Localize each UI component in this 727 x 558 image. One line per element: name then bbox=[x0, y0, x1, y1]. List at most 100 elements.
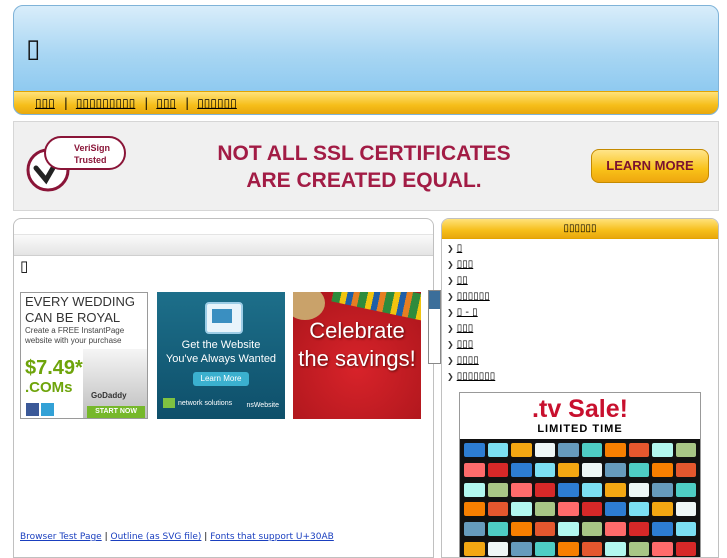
sidebar-item[interactable]: ❯ ▯▯ bbox=[447, 273, 495, 289]
tv-screen-tile bbox=[487, 482, 508, 497]
tv-screen-tile bbox=[581, 542, 602, 557]
tv-screen-tile bbox=[652, 443, 673, 457]
sidebar-item[interactable]: ❯ ▯ bbox=[447, 241, 495, 257]
banner-headline-line2: ARE CREATED EQUAL. bbox=[246, 169, 482, 192]
tv-screen-tile bbox=[581, 502, 602, 517]
sidebar-item[interactable]: ❯ ▯ - ▯ bbox=[447, 305, 495, 321]
tv-screen-tile bbox=[558, 542, 579, 557]
tv-screen-tile bbox=[511, 482, 532, 497]
tv-screen-tile bbox=[581, 462, 602, 477]
sidebar-item-label[interactable]: ▯▯▯ bbox=[457, 259, 474, 270]
tv-screen-tile bbox=[511, 443, 532, 457]
tv-screen-tile bbox=[652, 522, 673, 537]
footer-links: Browser Test Page | Outline (as SVG file… bbox=[20, 532, 334, 542]
godaddy-ad-line1: EVERY WEDDING bbox=[25, 294, 136, 309]
ns-sub-brand: nsWebsite bbox=[246, 402, 279, 409]
tv-screen-tile bbox=[605, 482, 626, 497]
sidebar-item[interactable]: ❯ ▯▯▯ bbox=[447, 321, 495, 337]
sidebar-item[interactable]: ❯ ▯▯▯▯▯▯▯ bbox=[447, 369, 495, 385]
tv-screen-tile bbox=[464, 542, 485, 557]
tv-screen-tile bbox=[675, 542, 696, 557]
tv-screen-tile bbox=[464, 522, 485, 537]
sidebar-item[interactable]: ❯ ▯▯▯ bbox=[447, 337, 495, 353]
tv-domain-text: .tv bbox=[532, 395, 562, 423]
tv-screen-tile bbox=[487, 542, 508, 557]
ad-scrollbar[interactable] bbox=[428, 290, 441, 364]
chevron-right-icon: ❯ bbox=[447, 244, 454, 253]
tv-screen-tile bbox=[652, 462, 673, 477]
scrollbar-thumb[interactable] bbox=[429, 291, 440, 309]
tv-screen-tile bbox=[628, 443, 649, 457]
celebrate-savings-ad[interactable]: Celebrate the savings! bbox=[293, 292, 421, 419]
tv-screen-tile bbox=[487, 502, 508, 517]
chevron-right-icon: ❯ bbox=[447, 324, 454, 333]
tv-screen-tile bbox=[652, 482, 673, 497]
banner-headline-line1: NOT ALL SSL CERTIFICATES bbox=[217, 142, 511, 165]
sidebar-item[interactable]: ❯ ▯▯▯ bbox=[447, 257, 495, 273]
banner-headline: NOT ALL SSL CERTIFICATES ARE CREATED EQU… bbox=[164, 140, 564, 194]
sidebar-item-label[interactable]: ▯▯▯ bbox=[457, 323, 474, 334]
nav-item-2[interactable]: ▯▯▯▯▯▯▯▯▯ bbox=[76, 96, 135, 110]
tv-screen-tile bbox=[511, 462, 532, 477]
tv-sale-ad[interactable]: .tv Sale! LIMITED TIME bbox=[459, 392, 701, 557]
sidebar-item[interactable]: ❯ ▯▯▯▯▯▯ bbox=[447, 289, 495, 305]
site-logo[interactable]: ▯ bbox=[26, 34, 40, 64]
sidebar-item-label[interactable]: ▯ bbox=[457, 243, 463, 254]
sidebar-list: ❯ ▯ ❯ ▯▯▯ ❯ ▯▯ ❯ ▯▯▯▯▯▯ ❯ ▯ - ▯ ❯ ▯▯▯ ❯ ▯▯▯ ❯ ▯▯… bbox=[447, 241, 495, 385]
tv-screen-tile bbox=[628, 462, 649, 477]
chevron-right-icon: ❯ bbox=[447, 340, 454, 349]
chevron-right-icon: ❯ bbox=[447, 292, 454, 301]
main-content-panel: ▯ EVERY WEDDING CAN BE ROYAL Create a FR… bbox=[13, 218, 434, 558]
main-nav: ▯▯▯ | ▯▯▯▯▯▯▯▯▯ | ▯▯▯ | ▯▯▯▯▯▯ bbox=[14, 91, 718, 114]
browser-test-page-link[interactable]: Browser Test Page bbox=[20, 532, 102, 542]
facebook-icon bbox=[26, 403, 39, 416]
tv-screen-tile bbox=[464, 502, 485, 517]
godaddy-logo: GoDaddy bbox=[91, 391, 127, 400]
learn-more-button[interactable]: LEARN MORE bbox=[591, 149, 709, 183]
content-glyph: ▯ bbox=[20, 257, 29, 275]
network-solutions-ad[interactable]: Get the Website You've Always Wanted Lea… bbox=[157, 292, 285, 419]
ns-logo: network solutions bbox=[163, 398, 232, 408]
tv-screen-tile bbox=[511, 522, 532, 537]
sidebar-item-label[interactable]: ▯ - ▯ bbox=[457, 307, 478, 318]
outline-svg-link[interactable]: Outline (as SVG file) bbox=[111, 532, 202, 542]
nav-separator: | bbox=[185, 96, 190, 110]
sidebar-item-label[interactable]: ▯▯▯▯▯▯ bbox=[457, 291, 490, 302]
tv-screen-tile bbox=[628, 542, 649, 557]
nav-item-1[interactable]: ▯▯▯ bbox=[35, 96, 55, 110]
nav-item-4[interactable]: ▯▯▯▯▯▯ bbox=[197, 96, 237, 110]
godaddy-ad[interactable]: EVERY WEDDING CAN BE ROYAL Create a FREE… bbox=[20, 292, 148, 419]
sidebar-title: ▯▯▯▯▯▯ bbox=[442, 219, 718, 239]
tv-screen-tile bbox=[605, 502, 626, 517]
chevron-right-icon: ❯ bbox=[447, 372, 454, 381]
tv-screen-tile bbox=[511, 502, 532, 517]
sidebar-item[interactable]: ❯ ▯▯▯▯ bbox=[447, 353, 495, 369]
tv-screen-tile bbox=[581, 443, 602, 457]
ssl-banner-ad[interactable]: VeriSign Trusted NOT ALL SSL CERTIFICATE… bbox=[13, 121, 719, 211]
sidebar-item-label[interactable]: ▯▯▯▯ bbox=[457, 355, 479, 366]
sidebar-item-label[interactable]: ▯▯ bbox=[457, 275, 468, 286]
nav-separator: | bbox=[63, 96, 68, 110]
fonts-support-link[interactable]: Fonts that support U+30AB bbox=[210, 532, 334, 542]
tv-screen-tile bbox=[675, 443, 696, 457]
tv-screen-tile bbox=[534, 482, 555, 497]
tv-screen-tile bbox=[534, 443, 555, 457]
ns-learn-more-button[interactable]: Learn More bbox=[193, 372, 249, 386]
ns-logo-icon bbox=[163, 398, 175, 408]
start-now-button[interactable]: START NOW bbox=[87, 406, 145, 418]
tv-screen-tile bbox=[464, 443, 485, 457]
tv-screen-tile bbox=[652, 502, 673, 517]
sidebar-item-label[interactable]: ▯▯▯▯▯▯▯ bbox=[457, 371, 496, 382]
tv-screen-tile bbox=[558, 462, 579, 477]
tv-screen-tile bbox=[558, 522, 579, 537]
tv-screen-tile bbox=[581, 522, 602, 537]
celebrate-text: Celebrate the savings! bbox=[298, 318, 416, 371]
verisign-badge: VeriSign Trusted bbox=[44, 136, 126, 170]
sidebar-item-label[interactable]: ▯▯▯ bbox=[457, 339, 474, 350]
tv-screen-tile bbox=[652, 542, 673, 557]
nav-item-3[interactable]: ▯▯▯ bbox=[156, 96, 176, 110]
chevron-right-icon: ❯ bbox=[447, 260, 454, 269]
ns-ad-line1: Get the Website bbox=[181, 339, 261, 351]
site-header: ▯ ▯▯▯ | ▯▯▯▯▯▯▯▯▯ | ▯▯▯ | ▯▯▯▯▯▯ bbox=[13, 5, 719, 115]
tv-screen-tile bbox=[511, 542, 532, 557]
